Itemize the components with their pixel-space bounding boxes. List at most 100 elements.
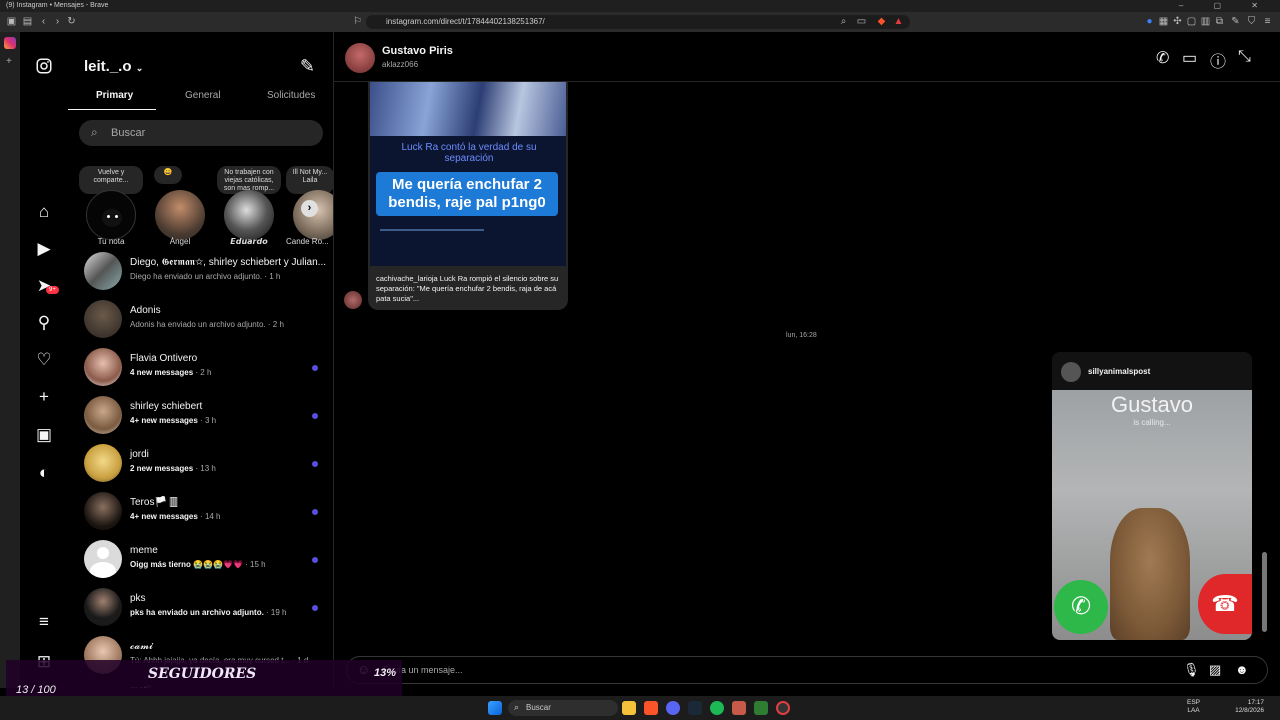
window-title: (9) Instagram • Mensajes - Brave	[6, 2, 109, 9]
dashboard-icon[interactable]: ▣	[34, 425, 54, 445]
back-icon[interactable]: ‹	[38, 16, 49, 27]
window-controls[interactable]: – ▢ ✕	[1179, 1, 1272, 10]
followers-percent: 13%	[374, 667, 397, 679]
zoom-icon[interactable]: ⌕	[838, 16, 849, 27]
conversation-row[interactable]: jordi 2 new messages · 13 h	[68, 440, 333, 488]
search-input[interactable]: ⌕ Buscar	[79, 120, 323, 146]
active-tab-indicator	[68, 109, 156, 110]
forward-icon[interactable]: ›	[52, 16, 63, 27]
decline-call-button[interactable]: ☎	[1198, 574, 1252, 634]
search-placeholder: Buscar	[111, 127, 146, 139]
wallet-icon[interactable]: ▢	[1186, 16, 1197, 27]
bookmark-icon[interactable]: ⚐	[352, 16, 363, 27]
message-input[interactable]: ☺ Envía un mensaje... 🎙︎ ▨ ☻	[346, 656, 1268, 684]
call-window-username: sillyanimalspost	[1088, 367, 1151, 376]
conversation-row[interactable]: shirley schiebert 4+ new messages · 3 h	[68, 392, 333, 440]
menu-icon[interactable]: ≡	[1262, 16, 1273, 27]
taskbar-search[interactable]: ⌕ Buscar	[508, 700, 618, 716]
taskbar-clock[interactable]: 17:17 12/8/2026	[1235, 699, 1264, 715]
info-icon[interactable]: ⓘ	[1210, 48, 1226, 72]
image-icon[interactable]: ▨	[1209, 662, 1221, 678]
browser-title-bar: (9) Instagram • Mensajes - Brave – ▢ ✕	[0, 0, 1280, 12]
story-avatar[interactable]	[155, 190, 205, 240]
address-bar[interactable]: instagram.com/direct/t/17844402138251367…	[366, 15, 910, 29]
conversation-row[interactable]: Adonis Adonis ha enviado un archivo adju…	[68, 296, 333, 344]
conversation-row[interactable]: Teros🏳️ 🀫 4+ new messages · 14 h	[68, 488, 333, 536]
vpn-icon[interactable]: ⛉	[1246, 16, 1257, 27]
reload-icon[interactable]: ↻	[66, 16, 77, 27]
notifications-heart-icon[interactable]: ♡	[34, 350, 54, 370]
note-bubble[interactable]: 😄	[154, 166, 182, 184]
instagram-tab-icon[interactable]	[4, 37, 16, 49]
screenshot-icon[interactable]: ⧉	[1214, 16, 1225, 27]
tab-requests[interactable]: Solicitudes	[267, 90, 315, 101]
extension-icon-2[interactable]: ▦	[1158, 16, 1169, 27]
conversation-row[interactable]: meme Oigg más tierno 😭😭😭💗💗 · 15 h	[68, 536, 333, 584]
contact-avatar[interactable]	[345, 43, 375, 73]
extensions-puzzle-icon[interactable]: ✣	[1172, 16, 1183, 27]
incoming-call-window[interactable]: sillyanimalspost Gustavo is calling... ✆…	[1052, 352, 1252, 640]
add-panel-icon[interactable]: +	[6, 56, 12, 67]
home-icon[interactable]: ⌂	[34, 202, 54, 222]
search-icon: ⌕	[91, 125, 98, 139]
contact-name[interactable]: Gustavo Piris	[382, 45, 453, 57]
note-bubble[interactable]: Ill Not My... Laila	[286, 166, 333, 194]
windows-start-icon[interactable]	[488, 701, 502, 715]
avatar	[84, 444, 122, 482]
conversation-name: pks	[130, 593, 146, 604]
conversation-row[interactable]: Diego, 𝕲𝖊𝖗𝖒𝖆𝖓✩, shirley schiebert y Juli…	[68, 248, 333, 296]
brave-rewards-icon[interactable]: ▲	[893, 16, 904, 27]
cast-icon[interactable]: ▭	[856, 16, 867, 27]
accept-call-button[interactable]: ✆	[1054, 580, 1108, 634]
profile-avatar-icon[interactable]: ◐	[34, 463, 54, 483]
tab-primary[interactable]: Primary	[96, 90, 133, 101]
story-name: Tu nota	[97, 237, 125, 246]
phone-call-icon[interactable]: ✆	[1156, 48, 1169, 68]
shared-post[interactable]: Luck Ra contó la verdad de su separación…	[368, 82, 568, 310]
sidebar-toggle-icon[interactable]: ▣	[6, 16, 17, 27]
tab-general[interactable]: General	[185, 90, 221, 101]
url-text: instagram.com/direct/t/17844402138251367…	[386, 17, 545, 26]
brave-shields-icon[interactable]: ◆	[876, 16, 887, 27]
spotify-icon[interactable]	[710, 701, 724, 715]
contact-username: aklazz066	[382, 60, 419, 69]
sticker-icon[interactable]: ☻	[1235, 662, 1249, 677]
instagram-logo-icon[interactable]	[34, 57, 54, 77]
conversation-row[interactable]: Flavia Ontivero 4 new messages · 2 h	[68, 344, 333, 392]
conversation-name: Teros🏳️ 🀫	[130, 497, 178, 508]
more-menu-icon[interactable]: ≡	[34, 612, 54, 632]
sidebar-icon[interactable]: ▥	[1200, 16, 1211, 27]
extension-icon[interactable]: ●	[1144, 16, 1155, 27]
compose-icon[interactable]: ✎	[300, 56, 315, 77]
avatar	[1061, 362, 1081, 382]
story-avatar[interactable]	[86, 190, 136, 240]
file-explorer-icon[interactable]	[622, 701, 636, 715]
brave-icon[interactable]	[644, 701, 658, 715]
microphone-icon[interactable]: 🎙︎	[1183, 662, 1200, 678]
conversation-row[interactable]: pks pks ha enviado un archivo adjunto. ·…	[68, 584, 333, 632]
chevron-right-icon[interactable]: ›	[301, 200, 318, 217]
video-call-icon[interactable]: ▭	[1182, 48, 1197, 68]
story-avatar[interactable]	[224, 190, 274, 240]
instagram-nav: ⌂ ▶ ➤ 9+ ⚲ ♡ + ▣ ◐ ≡ ⊞	[20, 32, 68, 688]
reels-icon[interactable]: ▶	[34, 239, 54, 259]
account-switcher[interactable]: leit._.o ⌄	[84, 58, 143, 75]
dog-image	[1110, 508, 1190, 640]
conversation-name: jordi	[130, 449, 149, 460]
obs-icon[interactable]	[776, 701, 790, 715]
language-indicator[interactable]: ESP LAA	[1187, 699, 1200, 715]
scrollbar-thumb[interactable]	[1262, 552, 1267, 632]
call-status: is calling...	[1133, 418, 1171, 427]
steam-icon[interactable]	[688, 701, 702, 715]
create-icon[interactable]: +	[34, 387, 54, 407]
discord-icon[interactable]	[666, 701, 680, 715]
collapse-icon[interactable]: ⤡	[1238, 48, 1251, 66]
tools-icon[interactable]: ✎	[1230, 16, 1241, 27]
sender-avatar	[344, 291, 362, 309]
app-icon[interactable]	[732, 701, 746, 715]
tab-list-icon[interactable]: ▤	[22, 16, 33, 27]
conversation-preview: 4+ new messages · 14 h	[130, 512, 221, 521]
app-icon-2[interactable]	[754, 701, 768, 715]
chat-scrollbar[interactable]	[1262, 82, 1267, 642]
search-icon[interactable]: ⚲	[34, 313, 54, 333]
